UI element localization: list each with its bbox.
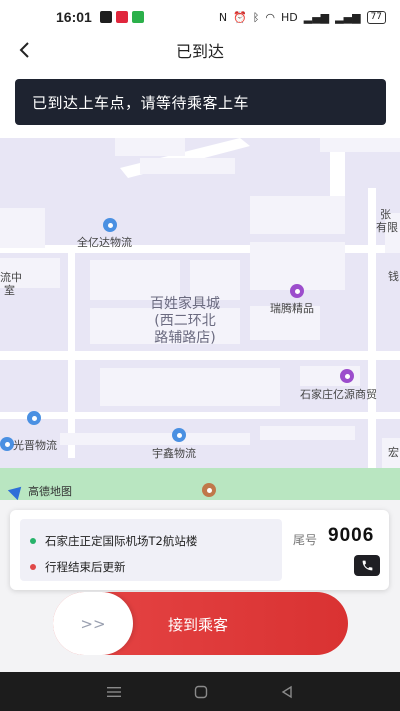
poi-pin-restroom[interactable] — [27, 411, 41, 425]
double-chevron-right-icon: >> — [80, 614, 106, 633]
pickup-slider[interactable]: >> 接到乘客 — [53, 592, 348, 655]
weibo-icon — [115, 11, 128, 23]
banner-area: 已到达上车点，请等待乘客上车 — [0, 66, 400, 138]
system-nav-bar — [0, 672, 400, 711]
poi-pin[interactable] — [0, 437, 14, 451]
poi-pin[interactable] — [340, 369, 354, 383]
status-time: 16:01 — [56, 9, 92, 25]
battery-icon: 77 — [366, 10, 386, 24]
slider-label: 接到乘客 — [168, 616, 229, 634]
status-bar: 16:01 N ⏰ ᛒ ◠ HD ▂▄▆ ▂▄▆ 77 — [0, 0, 400, 34]
edge-label: 室 — [4, 284, 15, 297]
edge-label: 宏 — [388, 446, 399, 459]
bluetooth-icon: ᛒ — [252, 10, 260, 24]
tail-number-label: 尾号 — [293, 533, 318, 547]
map-road — [368, 188, 376, 468]
tail-number-value: 9006 — [328, 525, 375, 546]
gaode-arrow-icon — [7, 481, 27, 500]
edge-label: 钱 — [388, 270, 399, 283]
edge-label: 有限 — [376, 221, 398, 234]
nav-bar: 已到达 — [0, 34, 400, 66]
back-icon[interactable] — [280, 685, 294, 699]
back-button[interactable] — [10, 36, 38, 64]
poi-label-guangjin: 光晋物流 — [13, 439, 57, 452]
pickup-row: 石家庄正定国际机场T2航站楼 — [30, 533, 197, 549]
destination-dot-icon — [30, 564, 36, 570]
poi-label-quanyida: 全亿达物流 — [77, 236, 132, 249]
destination-row: 行程结束后更新 — [30, 559, 126, 575]
alarm-icon: ⏰ — [233, 10, 247, 24]
arrival-banner-text: 已到达上车点，请等待乘客上车 — [32, 93, 250, 112]
signal-icon-2: ▂▄▆ — [335, 10, 361, 24]
poi-pin[interactable] — [172, 428, 186, 442]
trip-card: 石家庄正定国际机场T2航站楼 行程结束后更新 尾号 9006 — [10, 510, 389, 590]
map-road — [0, 412, 400, 419]
call-button[interactable] — [354, 555, 380, 576]
poi-pin[interactable] — [202, 483, 216, 497]
gaode-logo: 高德地图 — [7, 481, 72, 500]
map-view[interactable]: 全亿达物流 瑞腾精品 石家庄亿源商贸 光晋物流 宇鑫物流 百姓家具城 (西二环北… — [0, 138, 400, 500]
signal-icon: ▂▄▆ — [303, 10, 330, 24]
poi-label-yiyuan: 石家庄亿源商贸 — [300, 388, 377, 401]
area-label: 百姓家具城 (西二环北 路辅路店) — [150, 296, 220, 346]
notification-icons — [99, 11, 144, 23]
phone-icon — [362, 560, 372, 571]
poi-pin[interactable] — [290, 284, 304, 298]
message-icon — [131, 11, 144, 23]
map-road — [0, 351, 400, 360]
page-title: 已到达 — [175, 42, 224, 61]
menu-icon[interactable] — [106, 686, 122, 698]
pickup-dot-icon — [30, 538, 36, 544]
status-right: N ⏰ ᛒ ◠ HD ▂▄▆ ▂▄▆ 77 — [218, 10, 386, 24]
home-icon[interactable] — [194, 685, 208, 699]
destination-address: 行程结束后更新 — [45, 560, 126, 574]
nfc-icon: N — [218, 10, 228, 24]
pickup-address: 石家庄正定国际机场T2航站楼 — [45, 534, 198, 548]
poi-label-yuxin: 宇鑫物流 — [152, 447, 196, 460]
poi-pin[interactable] — [103, 218, 117, 232]
route-box: 石家庄正定国际机场T2航站楼 行程结束后更新 — [20, 519, 282, 581]
chevron-left-icon — [19, 42, 29, 58]
slider-knob[interactable]: >> — [53, 592, 133, 655]
map-road — [68, 253, 75, 458]
wifi-icon: ◠ — [265, 10, 276, 24]
app-notification-icon — [99, 11, 112, 23]
hd-icon: HD — [281, 10, 298, 24]
poi-label-ruiteng: 瑞腾精品 — [270, 302, 314, 315]
arrival-banner: 已到达上车点，请等待乘客上车 — [15, 79, 386, 125]
